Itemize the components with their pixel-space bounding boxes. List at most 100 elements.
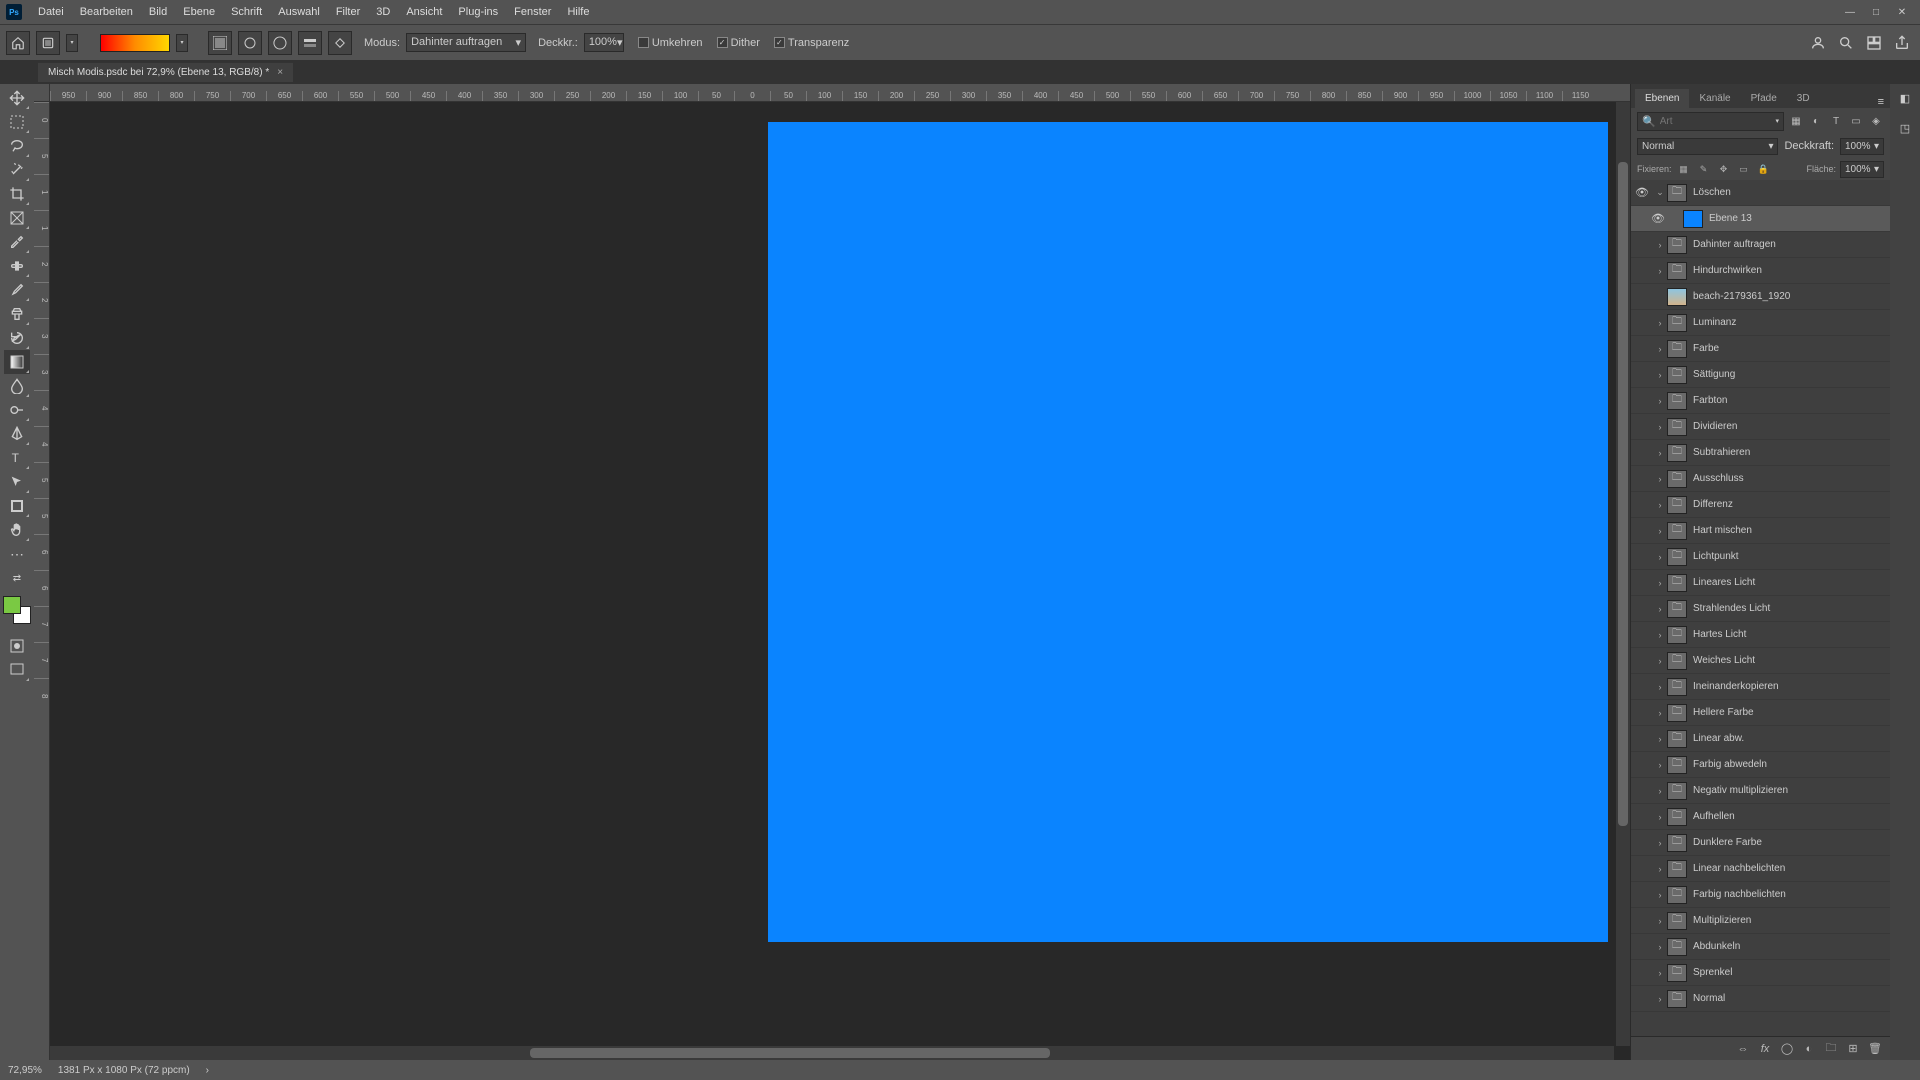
lock-artboard-icon[interactable]: ▭ <box>1736 161 1752 177</box>
layer-mask-icon[interactable]: ◯ <box>1778 1040 1796 1058</box>
share-icon[interactable] <box>1890 31 1914 55</box>
layer-group-row[interactable]: 🗀Subtrahieren <box>1631 440 1890 466</box>
twisty-icon[interactable] <box>1653 734 1667 744</box>
layer-group-row[interactable]: 🗀Ineinanderkopieren <box>1631 674 1890 700</box>
layer-group-row[interactable]: 🗀Linear abw. <box>1631 726 1890 752</box>
lock-pixels-icon[interactable]: ✎ <box>1696 161 1712 177</box>
transparenz-checkbox[interactable]: Transparenz <box>774 37 849 49</box>
twisty-icon[interactable] <box>1653 994 1667 1004</box>
menu-schrift[interactable]: Schrift <box>223 3 270 21</box>
layer-group-row[interactable]: 🗀Lichtpunkt <box>1631 544 1890 570</box>
layer-group-row[interactable]: 🗀Dahinter auftragen <box>1631 232 1890 258</box>
menu-filter[interactable]: Filter <box>328 3 368 21</box>
menu-datei[interactable]: Datei <box>30 3 72 21</box>
clone-stamp-tool[interactable] <box>4 302 30 326</box>
twisty-icon[interactable] <box>1653 474 1667 484</box>
status-zoom[interactable]: 72,95% <box>8 1065 42 1076</box>
twisty-icon[interactable] <box>1653 916 1667 926</box>
umkehren-checkbox[interactable]: Umkehren <box>638 37 703 49</box>
filter-pixel-icon[interactable]: ▦ <box>1788 113 1804 129</box>
layer-group-row[interactable]: beach-2179361_1920 <box>1631 284 1890 310</box>
foreground-color[interactable] <box>3 596 21 614</box>
menu-plug-ins[interactable]: Plug-ins <box>450 3 506 21</box>
filter-type-icon[interactable]: T <box>1828 113 1844 129</box>
panel-menu-icon[interactable]: ≡ <box>1878 96 1884 108</box>
twisty-icon[interactable] <box>1653 240 1667 250</box>
twisty-icon[interactable] <box>1653 526 1667 536</box>
collapsed-panel-properties-icon[interactable]: ◳ <box>1895 118 1915 138</box>
gradient-angle-icon[interactable] <box>268 31 292 55</box>
document-tab-close[interactable]: × <box>277 67 283 78</box>
twisty-icon[interactable] <box>1653 187 1667 198</box>
lock-position-icon[interactable]: ✥ <box>1716 161 1732 177</box>
twisty-icon[interactable] <box>1653 760 1667 770</box>
twisty-icon[interactable] <box>1653 578 1667 588</box>
twisty-icon[interactable] <box>1653 396 1667 406</box>
gradient-radial-icon[interactable] <box>238 31 262 55</box>
layer-filter-input[interactable] <box>1660 116 1772 127</box>
gradient-reflected-icon[interactable] <box>298 31 322 55</box>
type-tool[interactable]: T <box>4 446 30 470</box>
menu-3d[interactable]: 3D <box>368 3 398 21</box>
window-close[interactable]: ✕ <box>1890 2 1914 22</box>
delete-layer-icon[interactable]: 🗑 <box>1866 1040 1884 1058</box>
filter-shape-icon[interactable]: ▭ <box>1848 113 1864 129</box>
menu-bearbeiten[interactable]: Bearbeiten <box>72 3 141 21</box>
gradient-linear-icon[interactable] <box>208 31 232 55</box>
gradient-diamond-icon[interactable] <box>328 31 352 55</box>
twisty-icon[interactable] <box>1653 812 1667 822</box>
dodge-tool[interactable] <box>4 398 30 422</box>
menu-fenster[interactable]: Fenster <box>506 3 559 21</box>
gradient-tool[interactable] <box>4 350 30 374</box>
more-tools[interactable]: ⋯ <box>4 542 30 566</box>
tab-3d[interactable]: 3D <box>1787 89 1820 108</box>
move-tool[interactable] <box>4 86 30 110</box>
filter-adjustment-icon[interactable]: ◐ <box>1808 113 1824 129</box>
quick-mask-tool[interactable] <box>4 634 30 658</box>
frame-tool[interactable] <box>4 206 30 230</box>
twisty-icon[interactable] <box>1653 370 1667 380</box>
layer-group-row[interactable]: 🗀Multiplizieren <box>1631 908 1890 934</box>
blur-tool[interactable] <box>4 374 30 398</box>
twisty-icon[interactable] <box>1653 786 1667 796</box>
document-tab[interactable]: Misch Modis.psdc bei 72,9% (Ebene 13, RG… <box>38 62 293 82</box>
canvas-document[interactable] <box>768 122 1608 942</box>
layer-group-row[interactable]: 👁🗀Löschen <box>1631 180 1890 206</box>
layer-group-row[interactable]: 🗀Abdunkeln <box>1631 934 1890 960</box>
crop-tool[interactable] <box>4 182 30 206</box>
layer-group-row[interactable]: 🗀Hartes Licht <box>1631 622 1890 648</box>
menu-bild[interactable]: Bild <box>141 3 175 21</box>
gradient-swatch[interactable] <box>100 34 170 52</box>
twisty-icon[interactable] <box>1653 448 1667 458</box>
twisty-icon[interactable] <box>1653 682 1667 692</box>
layer-group-row[interactable]: 🗀Luminanz <box>1631 310 1890 336</box>
menu-hilfe[interactable]: Hilfe <box>559 3 597 21</box>
layer-group-row[interactable]: 🗀Aufhellen <box>1631 804 1890 830</box>
layer-group-row[interactable]: 🗀Hindurchwirken <box>1631 258 1890 284</box>
flaeche-value[interactable]: 100%▾ <box>1840 161 1884 178</box>
modus-select[interactable]: Dahinter auftragen▾ <box>406 33 526 52</box>
adjustment-layer-icon[interactable]: ◐ <box>1800 1040 1818 1058</box>
visibility-toggle[interactable]: 👁 <box>1647 212 1669 225</box>
layer-group-row[interactable]: 🗀Lineares Licht <box>1631 570 1890 596</box>
screen-mode-tool[interactable] <box>4 658 30 682</box>
twisty-icon[interactable] <box>1653 552 1667 562</box>
tool-preset[interactable] <box>36 31 60 55</box>
layer-group-row[interactable]: 🗀Farbe <box>1631 336 1890 362</box>
layer-filter-search[interactable]: 🔍 ▾ <box>1637 112 1784 131</box>
layer-group-row[interactable]: 🗀Ausschluss <box>1631 466 1890 492</box>
rectangle-tool[interactable] <box>4 494 30 518</box>
canvas-scrollbar-horizontal[interactable] <box>50 1046 1614 1060</box>
healing-brush-tool[interactable] <box>4 254 30 278</box>
twisty-icon[interactable] <box>1653 890 1667 900</box>
layer-group-row[interactable]: 🗀Hellere Farbe <box>1631 700 1890 726</box>
gradient-dropdown[interactable]: ▾ <box>176 34 188 52</box>
layer-group-row[interactable]: 🗀Weiches Licht <box>1631 648 1890 674</box>
layer-group-row[interactable]: 🗀Dividieren <box>1631 414 1890 440</box>
twisty-icon[interactable] <box>1653 942 1667 952</box>
brush-tool[interactable] <box>4 278 30 302</box>
twisty-icon[interactable] <box>1653 604 1667 614</box>
path-selection-tool[interactable] <box>4 470 30 494</box>
pen-tool[interactable] <box>4 422 30 446</box>
twisty-icon[interactable] <box>1653 838 1667 848</box>
